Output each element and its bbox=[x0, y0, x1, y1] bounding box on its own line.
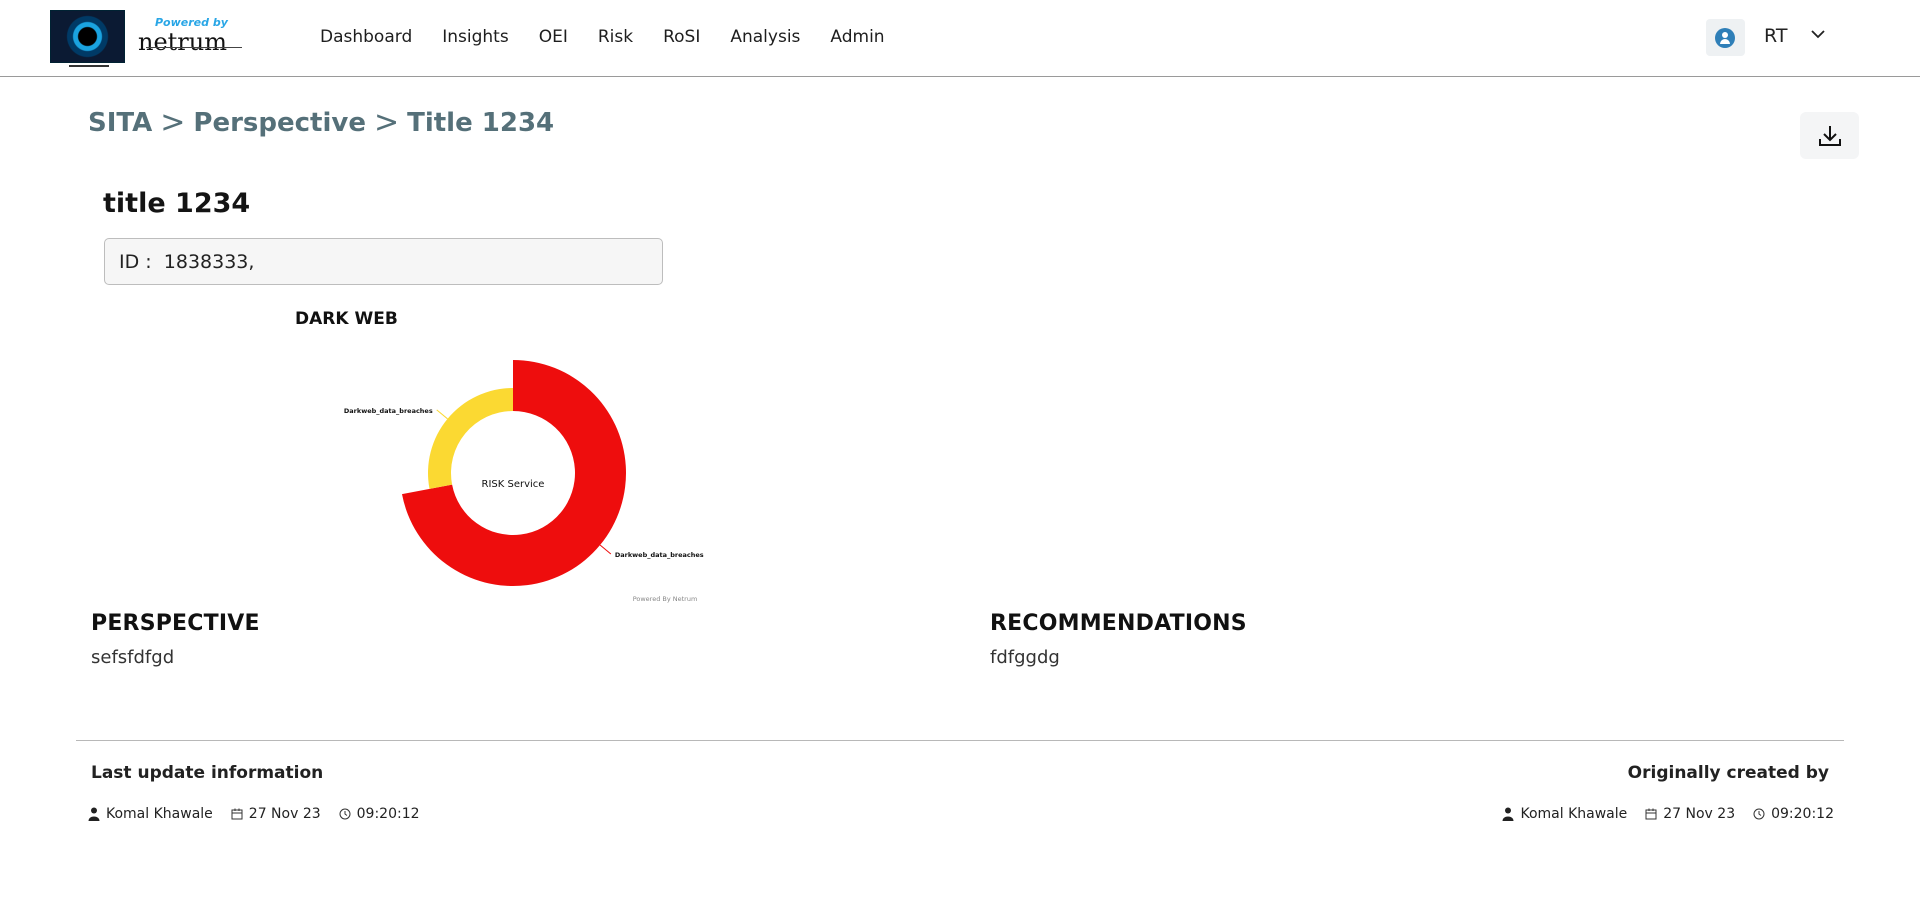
recommendations-heading: RECOMMENDATIONS bbox=[990, 611, 1247, 636]
perspective-text: sefsfdfgd bbox=[91, 647, 175, 668]
created-by-time: 09:20:12 bbox=[1771, 806, 1834, 822]
nav-analysis[interactable]: Analysis bbox=[730, 27, 800, 47]
recommendations-text: fdfggdg bbox=[990, 647, 1060, 668]
last-update-time: 09:20:12 bbox=[356, 806, 420, 822]
calendar-icon bbox=[1645, 808, 1657, 820]
main-nav: Dashboard Insights OEI Risk RoSI Analysi… bbox=[320, 27, 915, 47]
created-by-user: Komal Khawale bbox=[1520, 806, 1628, 822]
brand-logo[interactable]: Powered by netrum bbox=[138, 16, 248, 55]
calendar-icon bbox=[231, 808, 243, 820]
record-title: title 1234 bbox=[103, 188, 251, 219]
breadcrumb-sita[interactable]: SITA bbox=[88, 108, 152, 138]
breadcrumb-current: Title 1234 bbox=[407, 108, 555, 138]
nav-admin[interactable]: Admin bbox=[830, 27, 884, 47]
chart-credit: Powered By Netrum bbox=[633, 595, 698, 603]
created-by-meta: Komal Khawale 27 Nov 23 09:20:12 bbox=[1502, 806, 1834, 822]
chart-title: DARK WEB bbox=[295, 309, 398, 329]
perspective-heading: PERSPECTIVE bbox=[91, 611, 260, 636]
id-field: ID : 1838333, bbox=[104, 238, 663, 285]
id-label: ID : bbox=[119, 251, 152, 273]
created-by-date: 27 Nov 23 bbox=[1663, 806, 1736, 822]
breadcrumb-separator: > bbox=[373, 105, 400, 140]
chart-center-label: RISK Service bbox=[482, 479, 545, 490]
last-update-label: Last update information bbox=[91, 763, 324, 783]
dark-web-donut-chart: DARK WEB RISK Service Darkweb_data_breac… bbox=[295, 309, 704, 603]
last-update-user: Komal Khawale bbox=[106, 806, 213, 822]
breadcrumb-separator: > bbox=[160, 105, 186, 140]
user-icon bbox=[1502, 807, 1514, 821]
breadcrumb-perspective[interactable]: Perspective bbox=[193, 108, 366, 138]
eye-logo-icon[interactable] bbox=[50, 10, 125, 67]
user-initials[interactable]: RT bbox=[1764, 25, 1787, 47]
chevron-down-icon[interactable] bbox=[1810, 26, 1826, 42]
breadcrumb: SITA > Perspective > Title 1234 bbox=[88, 105, 555, 140]
user-icon bbox=[88, 807, 100, 821]
id-value: 1838333, bbox=[163, 251, 255, 273]
nav-rosi[interactable]: RoSI bbox=[663, 27, 700, 47]
nav-dashboard[interactable]: Dashboard bbox=[320, 27, 412, 47]
nav-insights[interactable]: Insights bbox=[442, 27, 508, 47]
last-update-meta: Komal Khawale 27 Nov 23 09:20:12 bbox=[88, 806, 420, 822]
footer-divider bbox=[76, 740, 1844, 741]
brand-name: netrum bbox=[138, 28, 227, 56]
user-circle-icon[interactable] bbox=[1706, 19, 1745, 56]
donut-leader-line bbox=[599, 544, 612, 555]
created-by-label: Originally created by bbox=[1627, 763, 1829, 783]
donut-slice-2[interactable] bbox=[428, 388, 513, 489]
nav-risk[interactable]: Risk bbox=[598, 27, 633, 47]
brand-underline bbox=[146, 47, 242, 48]
download-icon bbox=[1818, 125, 1841, 146]
donut-slice-label: Darkweb_data_breaches bbox=[344, 407, 433, 415]
last-update-date: 27 Nov 23 bbox=[248, 806, 321, 822]
clock-icon bbox=[1753, 808, 1765, 820]
donut-slice-label: Darkweb_data_breaches bbox=[615, 551, 704, 559]
download-button[interactable] bbox=[1800, 112, 1859, 159]
nav-oei[interactable]: OEI bbox=[539, 27, 568, 47]
top-navbar: Powered by netrum Dashboard Insights OEI… bbox=[0, 0, 1920, 77]
clock-icon bbox=[339, 808, 351, 820]
donut-leader-line bbox=[436, 409, 448, 420]
